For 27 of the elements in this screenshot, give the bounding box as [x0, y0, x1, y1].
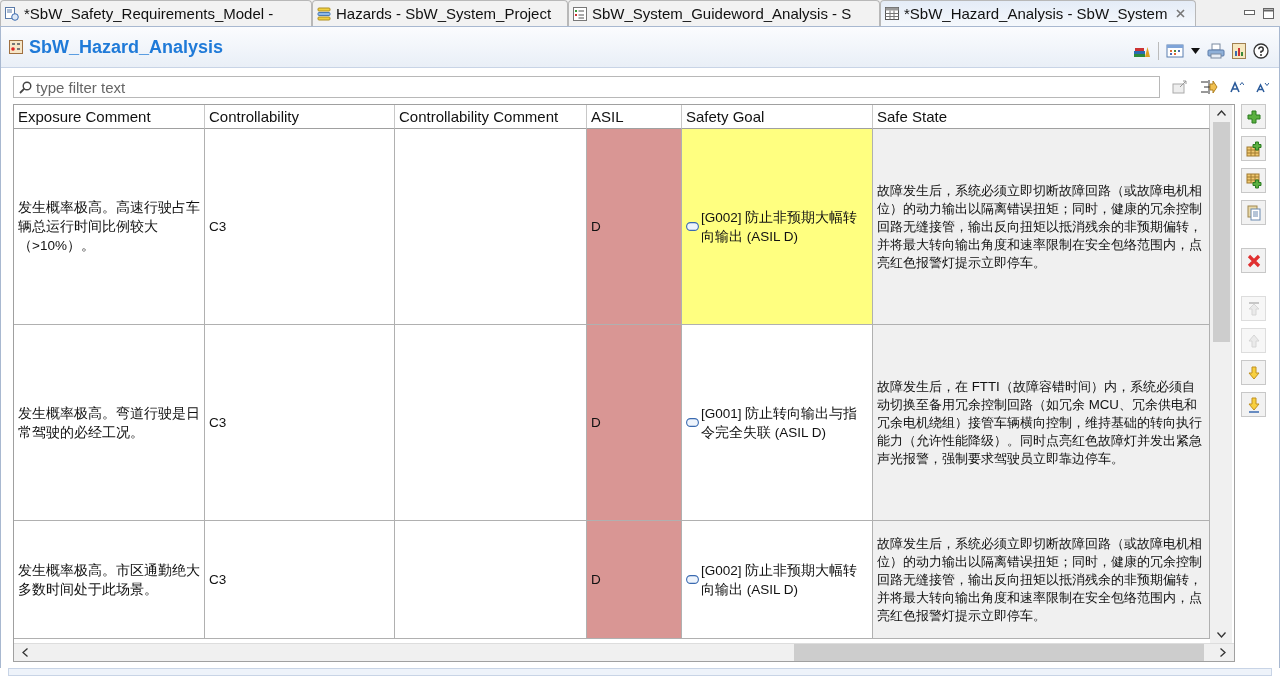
editor-tab[interactable]: *SbW_Hazard_Analysis - SbW_System — [880, 0, 1196, 26]
column-header[interactable]: Controllability Comment — [395, 105, 587, 129]
column-header[interactable]: Safety Goal — [682, 105, 873, 129]
column-header[interactable]: ASIL — [587, 105, 682, 129]
table-cell: 故障发生后，系统必须立即切断故障回路（或故障电机相位）的动力输出以隔离错误扭矩；同时，健康的冗余控制回路无缝接管，输出反向扭矩以抵消残余的非预期偏转，并将最大转向输出角度和速率限制在安全包络范围内，点亮红色报警灯提示立即停车。 — [873, 129, 1210, 325]
safety-goal-text: [G002] 防止非预期大幅转向输出 (ASIL D) — [701, 208, 859, 246]
table-cell: D — [587, 129, 682, 325]
table-cell: 发生概率极高。高速行驶占车辆总运行时间比例较大（>10%）。 — [14, 129, 205, 325]
table-cell: 发生概率极高。市区通勤绝大多数时间处于此场景。 — [14, 521, 205, 639]
editor-tab[interactable]: Hazards - SbW_System_Project — [312, 0, 568, 26]
column-header[interactable]: Safe State — [873, 105, 1210, 129]
editor-tab[interactable]: SbW_System_Guideword_Analysis - S — [568, 0, 880, 26]
editor-tab[interactable]: *SbW_Safety_Requirements_Model - — [0, 0, 312, 26]
column-header[interactable]: Exposure Comment — [14, 105, 205, 129]
safety-goal-text: [G001] 防止转向输出与指令完全失联 (ASIL D) — [701, 404, 859, 442]
table-cell: 发生概率极高。弯道行驶是日常驾驶的必经工况。 — [14, 325, 205, 521]
table-cell: C3 — [205, 129, 395, 325]
column-header[interactable]: Controllability — [205, 105, 395, 129]
editor-title: SbW_Hazard_Analysis — [29, 36, 224, 58]
table-cell: C3 — [205, 521, 395, 639]
table-cell: 故障发生后，系统必须立即切断故障回路（或故障电机相位）的动力输出以隔离错误扭矩；同时，健康的冗余控制回路无缝接管，输出反向扭矩以抵消残余的非预期偏转，并将最大转向输出角度和速率限制在安全包络范围内，点亮红色报警灯提示立即停车。 — [873, 521, 1210, 639]
table-cell: C3 — [205, 325, 395, 521]
filter-field[interactable]: type filter text — [13, 76, 1160, 98]
safety-goal-text: [G002] 防止非预期大幅转向输出 (ASIL D) — [701, 561, 859, 599]
table-cell: D — [587, 325, 682, 521]
table-cell: D — [587, 521, 682, 639]
table-cell: 故障发生后，在 FTTI（故障容错时间）内，系统必须自动切换至备用冗余控制回路（如冗余 MCU、冗余供电和冗余电机绕组）接管车辆横向控制，维持基础的转向执行能力（允许性能降级）。同时点亮红色故障灯并发出紧急声光报警，强制要求驾驶员立即靠边停车。 — [873, 325, 1210, 521]
